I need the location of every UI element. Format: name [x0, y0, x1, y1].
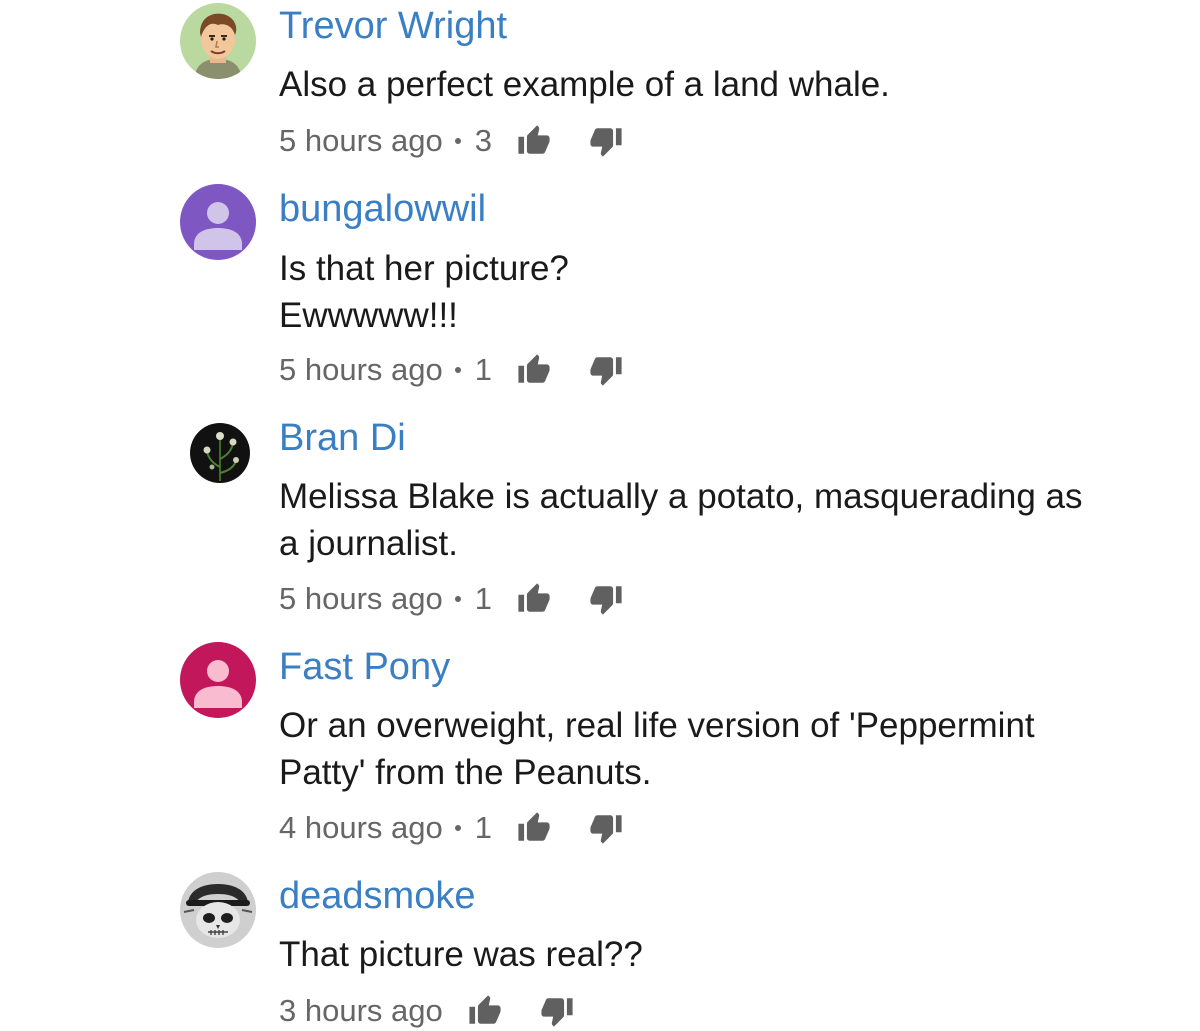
comment-text-line: That picture was real??: [279, 935, 643, 974]
thumbs-down-icon: [541, 998, 573, 1027]
dislike-button[interactable]: [586, 808, 626, 848]
thumbs-up-icon: [518, 354, 550, 383]
like-count: 1: [474, 352, 492, 387]
comment-timestamp: 3 hours ago: [279, 993, 443, 1028]
cartoon-face-avatar-icon: [180, 3, 256, 79]
comment-author-link[interactable]: Trevor Wright: [279, 4, 507, 48]
like-button[interactable]: [514, 350, 554, 390]
comment-text: Also a perfect example of a land whale.: [279, 61, 1159, 108]
separator-dot: [454, 367, 461, 373]
like-count: 3: [474, 123, 492, 158]
thumbs-down-icon: [590, 815, 622, 844]
avatar[interactable]: [190, 423, 250, 483]
comment-text-line: Ewwwww!!!: [279, 296, 458, 335]
avatar[interactable]: [180, 184, 256, 260]
comment-meta: 5 hours ago 3: [279, 121, 626, 161]
comment-timestamp: 5 hours ago: [279, 352, 443, 387]
like-count: 1: [474, 581, 492, 616]
comment-text-line: Patty' from the Peanuts.: [279, 753, 652, 792]
comment-text-line: Melissa Blake is actually a potato, masq…: [279, 477, 1083, 516]
like-button[interactable]: [514, 121, 554, 161]
dislike-button[interactable]: [586, 350, 626, 390]
thumbs-down-icon: [590, 586, 622, 615]
plant-photo-avatar-icon: [190, 423, 250, 483]
comment-text-line: a journalist.: [279, 524, 458, 563]
avatar[interactable]: [180, 3, 256, 79]
avatar[interactable]: [180, 642, 256, 718]
comment-text-line: Is that her picture?: [279, 249, 569, 288]
like-button[interactable]: [465, 991, 505, 1031]
comment-author-link[interactable]: bungalowwil: [279, 187, 486, 231]
dislike-button[interactable]: [537, 991, 577, 1031]
comment-author-link[interactable]: Fast Pony: [279, 645, 450, 689]
comment-text-line: Or an overweight, real life version of '…: [279, 706, 1035, 745]
comment-text-line: Also a perfect example of a land whale.: [279, 65, 890, 104]
comment-meta: 5 hours ago 1: [279, 350, 626, 390]
comment-text: That picture was real??: [279, 931, 1159, 978]
comment-text: Or an overweight, real life version of '…: [279, 702, 1159, 796]
thumbs-up-icon: [518, 583, 550, 612]
separator-dot: [454, 825, 461, 831]
thumbs-up-icon: [518, 125, 550, 154]
comment-timestamp: 4 hours ago: [279, 810, 443, 845]
like-button[interactable]: [514, 579, 554, 619]
comment-author-link[interactable]: Bran Di: [279, 416, 406, 460]
avatar[interactable]: [180, 872, 256, 948]
dislike-button[interactable]: [586, 579, 626, 619]
default-person-avatar-icon: [180, 184, 256, 260]
thumbs-down-icon: [590, 357, 622, 386]
comment-meta: 5 hours ago 1: [279, 579, 626, 619]
like-button[interactable]: [514, 808, 554, 848]
comment-meta: 4 hours ago 1: [279, 808, 626, 848]
skull-photo-avatar-icon: [180, 872, 256, 948]
comment-author-link[interactable]: deadsmoke: [279, 874, 475, 918]
separator-dot: [454, 138, 461, 144]
comment-timestamp: 5 hours ago: [279, 123, 443, 158]
like-count: 1: [474, 810, 492, 845]
comment-timestamp: 5 hours ago: [279, 581, 443, 616]
comment-text: Melissa Blake is actually a potato, masq…: [279, 473, 1159, 567]
dislike-button[interactable]: [586, 121, 626, 161]
thumbs-up-icon: [518, 812, 550, 841]
comment-text: Is that her picture? Ewwwww!!!: [279, 245, 1159, 339]
thumbs-up-icon: [469, 995, 501, 1024]
separator-dot: [454, 596, 461, 602]
thumbs-down-icon: [590, 128, 622, 157]
comment-meta: 3 hours ago: [279, 991, 577, 1031]
default-person-avatar-icon: [180, 642, 256, 718]
